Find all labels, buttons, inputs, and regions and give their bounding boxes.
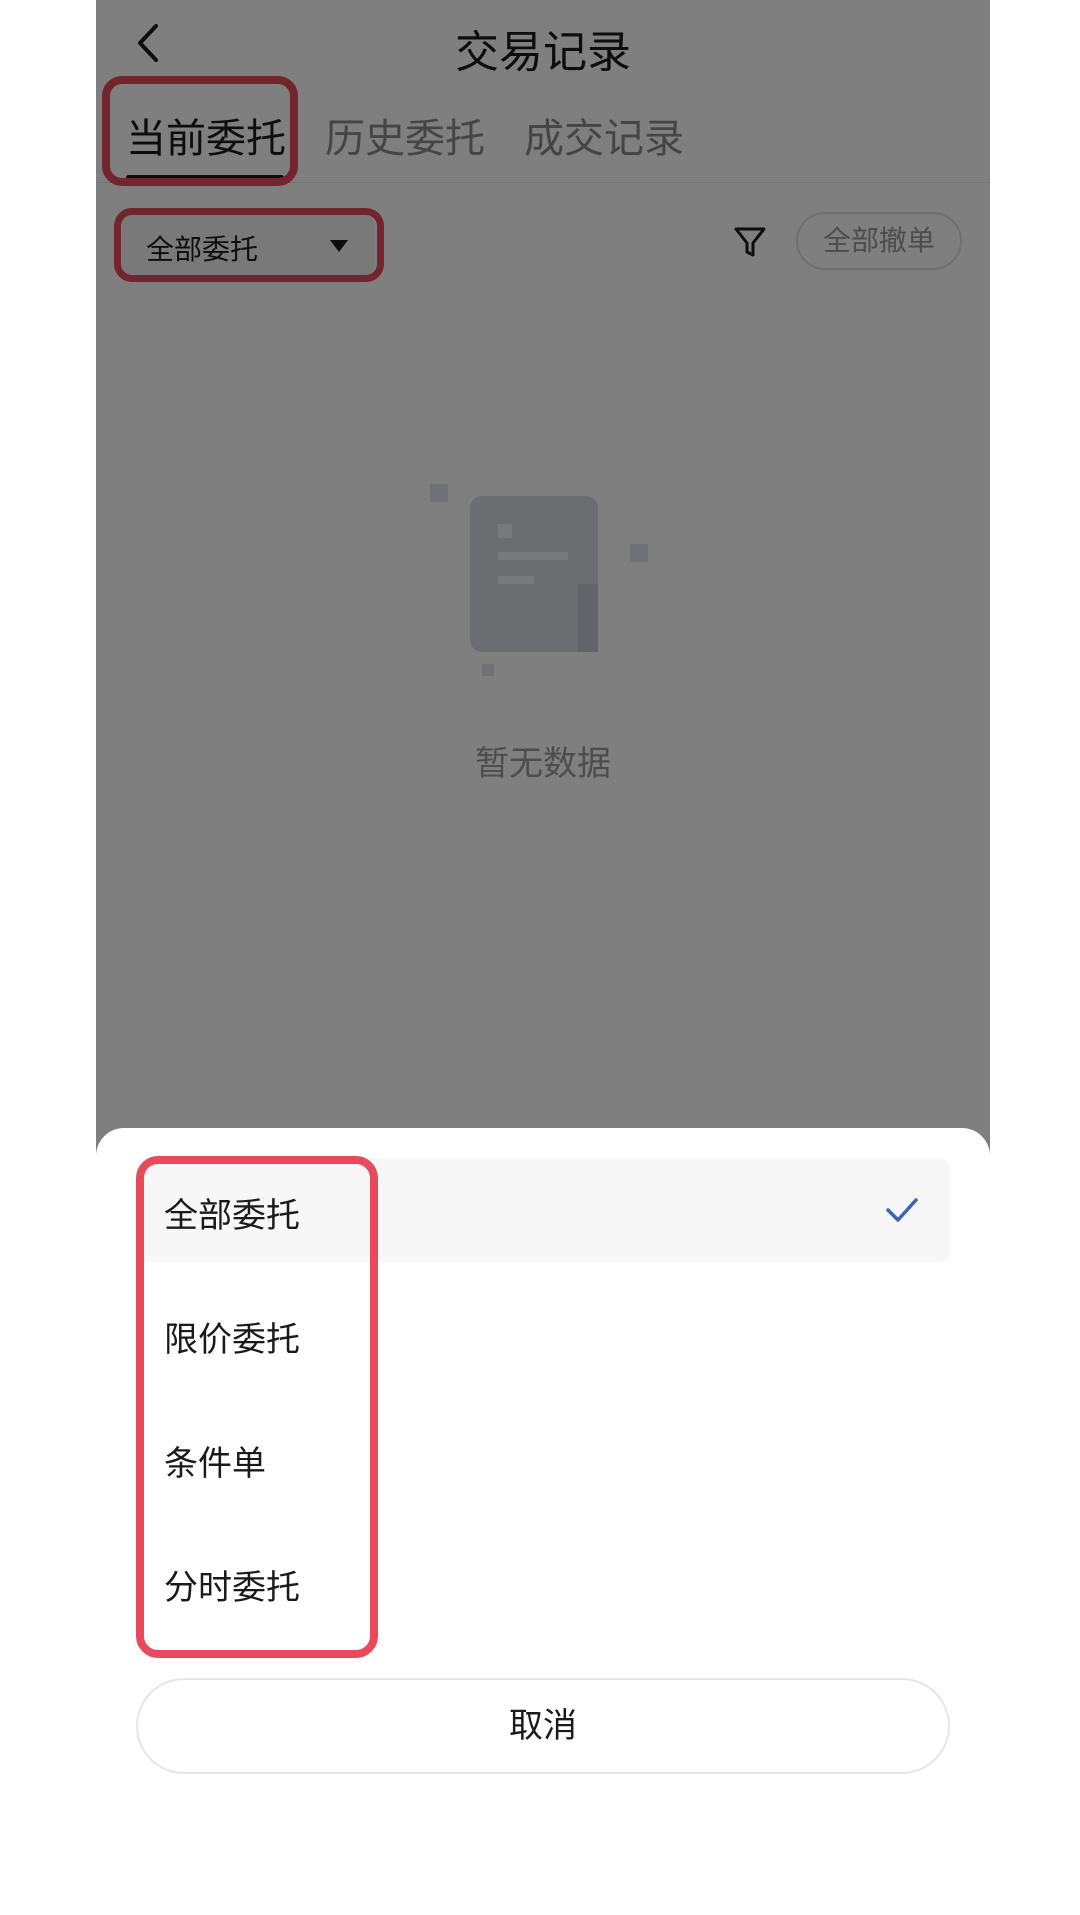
- order-type-sheet: 全部委托 限价委托 条件单 分时委托 取消: [96, 1128, 990, 1915]
- app-screen: 交易记录 当前委托 历史委托 成交记录 全部委托 全部撤单 暂无数据: [96, 0, 990, 1915]
- check-icon: [882, 1190, 922, 1230]
- cancel-button[interactable]: 取消: [136, 1678, 950, 1774]
- highlight-box-options: [136, 1156, 378, 1658]
